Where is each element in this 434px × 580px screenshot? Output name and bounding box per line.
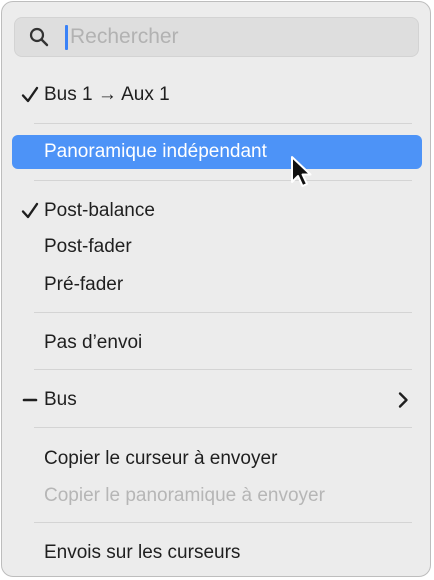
search-input[interactable] xyxy=(70,18,400,56)
menu-separator xyxy=(34,369,412,370)
checkmark-icon xyxy=(20,78,42,112)
menu-separator xyxy=(34,522,412,523)
menu-separator xyxy=(34,180,412,181)
menu-item-label: Envois sur les curseurs xyxy=(44,542,241,563)
menu-item-label: Bus 1 → Aux 1 xyxy=(44,84,170,105)
menu-item-label: Post-balance xyxy=(44,200,155,221)
menu-item-label: Bus xyxy=(44,389,77,410)
menu-item-send-target[interactable]: Bus 1 → Aux 1 xyxy=(12,78,422,112)
menu-item-pre-fader[interactable]: Pré-fader xyxy=(12,268,422,302)
menu-item-label: Panoramique indépendant xyxy=(44,141,267,162)
menu-item-label: Pas d’envoi xyxy=(44,332,143,353)
search-field[interactable] xyxy=(14,17,419,57)
checkmark-icon xyxy=(20,194,42,228)
menu-item-bus[interactable]: Bus xyxy=(12,383,422,417)
menu-item-label: Copier le panoramique à envoyer xyxy=(44,485,325,506)
menu-separator xyxy=(34,312,412,313)
menu-separator xyxy=(34,123,412,124)
dash-icon xyxy=(20,383,42,417)
text-caret xyxy=(65,25,68,50)
menu-item-copy-pan: Copier le panoramique à envoyer xyxy=(12,479,422,513)
menu-item-label: Post-fader xyxy=(44,236,132,257)
context-menu: Bus 1 → Aux 1 Panoramique indépendant Po… xyxy=(1,1,431,577)
mouse-pointer-icon xyxy=(289,155,315,191)
menu-separator xyxy=(34,427,412,428)
menu-item-post-fader[interactable]: Post-fader xyxy=(12,230,422,264)
search-icon xyxy=(29,27,49,47)
chevron-right-icon xyxy=(396,383,410,417)
menu-item-sends-on-faders[interactable]: Envois sur les curseurs xyxy=(12,536,422,570)
menu-item-no-send[interactable]: Pas d’envoi xyxy=(12,326,422,360)
menu-item-label: Pré-fader xyxy=(44,274,124,295)
menu-item-post-balance[interactable]: Post-balance xyxy=(12,194,422,228)
menu-item-copy-send-fader[interactable]: Copier le curseur à envoyer xyxy=(12,442,422,476)
menu-item-label: Copier le curseur à envoyer xyxy=(44,448,278,469)
menu-item-independent-pan[interactable]: Panoramique indépendant xyxy=(12,135,422,169)
